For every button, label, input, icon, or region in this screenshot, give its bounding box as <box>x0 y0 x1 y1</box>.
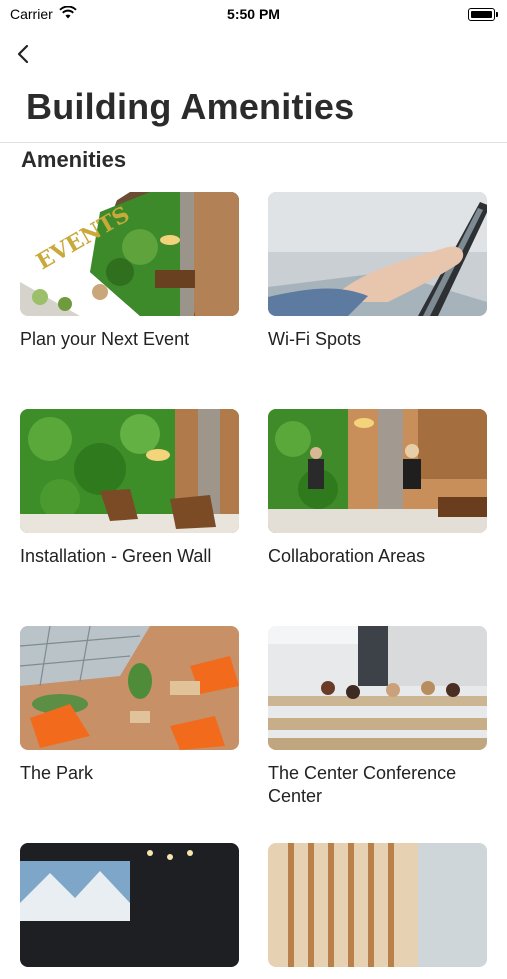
back-button[interactable] <box>12 40 36 68</box>
green-wall-image <box>20 409 239 533</box>
amenity-card-plan-event[interactable]: EVENTS Plan your Next Event <box>20 192 239 351</box>
wood-slat-image <box>268 843 487 967</box>
amenity-card-the-park[interactable]: The Park <box>20 626 239 785</box>
status-time: 5:50 PM <box>227 6 280 22</box>
card-label: Wi-Fi Spots <box>268 329 362 349</box>
page-title: Building Amenities <box>26 86 355 127</box>
chevron-left-icon <box>17 44 29 64</box>
mountain-screen-image <box>20 843 239 967</box>
amenity-card-green-wall[interactable]: Installation - Green Wall <box>20 409 239 568</box>
events-image: EVENTS <box>20 192 239 316</box>
park-image <box>20 626 239 750</box>
conference-center-image <box>268 626 487 750</box>
collaboration-image <box>268 409 487 533</box>
amenity-card-8[interactable] <box>268 843 487 979</box>
amenity-card-wifi-spots[interactable]: Wi-Fi Spots <box>268 192 487 351</box>
card-label: The Center Conference Center <box>268 763 457 806</box>
amenity-card-collaboration-areas[interactable]: Collaboration Areas <box>268 409 487 568</box>
battery-icon <box>468 8 498 21</box>
amenity-card-conference-center[interactable]: The Center Conference Center <box>268 626 487 808</box>
card-label: Collaboration Areas <box>268 546 426 566</box>
header-divider <box>0 142 507 143</box>
card-label: Plan your Next Event <box>20 329 190 349</box>
wifi-spots-image <box>268 192 487 316</box>
card-label: The Park <box>20 763 94 783</box>
status-bar: Carrier 5:50 PM <box>0 0 507 30</box>
section-title: Amenities <box>21 147 127 172</box>
card-label: Installation - Green Wall <box>20 546 212 566</box>
amenity-card-7[interactable] <box>20 843 239 979</box>
